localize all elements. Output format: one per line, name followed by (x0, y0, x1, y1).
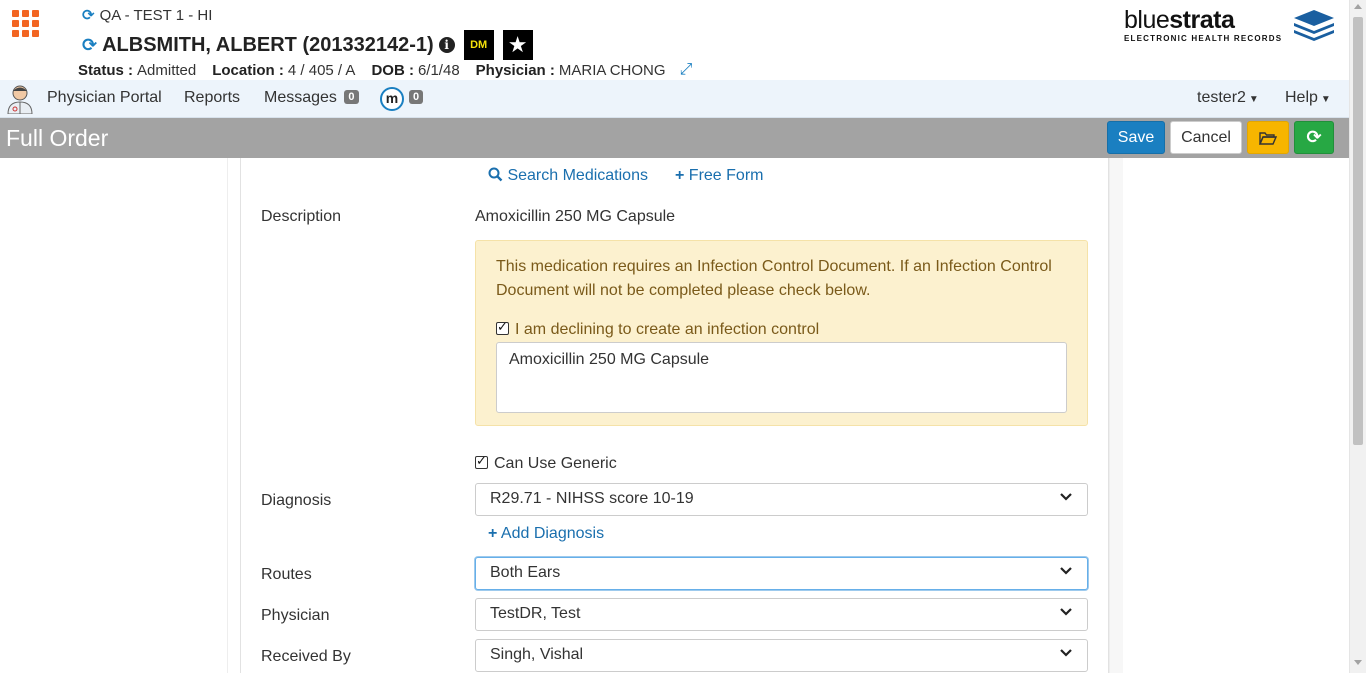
page-titlebar: Full Order Save Cancel ⟳ (0, 118, 1349, 158)
dob-label: DOB : (371, 61, 414, 79)
received-by-label: Received By (261, 648, 351, 665)
can-use-generic-checkbox[interactable]: Can Use Generic (475, 453, 617, 473)
left-gutter (227, 158, 240, 673)
chevron-down-icon (1060, 567, 1072, 575)
physician-label: Physician : (475, 61, 555, 79)
diagnosis-label: Diagnosis (261, 492, 332, 509)
caret-down-icon: ▼ (1248, 94, 1259, 105)
received-by-select[interactable]: Singh, Vishal (475, 639, 1088, 672)
plus-icon: + (675, 167, 685, 184)
info-icon[interactable]: i (438, 37, 455, 53)
refresh-icon: ⟳ (1306, 127, 1322, 147)
dm-badge[interactable]: DM (463, 30, 494, 60)
app-grid-icon[interactable] (12, 10, 40, 37)
physician-label: Physician (261, 607, 330, 624)
cancel-button[interactable]: Cancel (1170, 121, 1242, 154)
page-title: Full Order (6, 125, 109, 151)
help-menu-label: Help (1285, 89, 1318, 106)
page-scrollbar[interactable] (1349, 0, 1366, 673)
physician-value: MARIA CHONG (558, 61, 666, 79)
m-icon[interactable]: m (380, 87, 404, 111)
user-menu-label: tester2 (1197, 89, 1246, 106)
chevron-down-icon (1060, 493, 1072, 501)
nav-messages-label: Messages (264, 89, 337, 106)
refresh-button[interactable]: ⟳ (1294, 121, 1334, 154)
received-by-value: Singh, Vishal (490, 646, 584, 663)
patient-status-line: Status : Admitted Location : 4 / 405 / A… (78, 61, 692, 79)
add-diagnosis-label: Add Diagnosis (500, 525, 605, 542)
scroll-up-icon[interactable] (1354, 4, 1362, 9)
generic-label: Can Use Generic (494, 455, 617, 472)
nav-physician-portal[interactable]: Physician Portal (47, 89, 162, 107)
nav-messages[interactable]: Messages 0 (264, 89, 359, 107)
main-navbar: Physician Portal Reports Messages 0 m 0 … (0, 80, 1349, 118)
m-count[interactable]: 0 (406, 89, 424, 107)
add-diagnosis-link[interactable]: + Add Diagnosis (488, 525, 604, 543)
search-medications-label: Search Medications (507, 167, 648, 184)
logo-wordmark: bluestrata (1124, 6, 1235, 34)
location-label: Location : (212, 61, 284, 79)
decline-infection-control-checkbox[interactable]: I am declining to create an infection co… (496, 319, 820, 339)
m-count-badge: 0 (409, 90, 424, 104)
help-menu[interactable]: Help ▼ (1285, 89, 1331, 107)
diagnosis-value: R29.71 - NIHSS score 10-19 (490, 490, 694, 507)
free-form-link[interactable]: + Free Form (675, 167, 763, 185)
description-label: Description (261, 208, 342, 225)
check-icon[interactable] (475, 453, 488, 469)
diagnosis-select[interactable]: R29.71 - NIHSS score 10-19 (475, 483, 1088, 516)
logo-stack-icon (1294, 10, 1334, 41)
infection-control-warning: This medication requires an Infection Co… (475, 240, 1088, 426)
decline-note-textarea[interactable]: Amoxicillin 250 MG Capsule (496, 342, 1067, 413)
refresh-icon[interactable]: ⟳ (82, 35, 97, 56)
refresh-icon[interactable]: ⟳ (82, 6, 95, 24)
caret-down-icon: ▼ (1320, 94, 1331, 105)
status-value: Admitted (137, 61, 197, 79)
logo-subtitle: ELECTRONIC HEALTH RECORDS (1124, 34, 1283, 43)
patient-line: ⟳ ALBSMITH, ALBERT (201332142-1) i DM ★ (82, 30, 533, 60)
search-icon (488, 167, 503, 182)
facility-line: ⟳ QA - TEST 1 - HI (82, 6, 213, 25)
avatar-icon (7, 85, 33, 114)
warning-text: This medication requires an Infection Co… (496, 258, 1052, 299)
facility-name: QA - TEST 1 - HI (99, 6, 213, 24)
nav-reports[interactable]: Reports (184, 89, 240, 107)
dob-value: 6/1/48 (417, 61, 460, 79)
status-label: Status : (78, 61, 134, 79)
user-menu[interactable]: tester2 ▼ (1197, 89, 1259, 107)
plus-icon: + (488, 525, 498, 542)
check-icon[interactable] (496, 319, 509, 335)
description-value: Amoxicillin 250 MG Capsule (475, 208, 676, 225)
physician-value: TestDR, Test (490, 605, 581, 622)
save-button[interactable]: Save (1107, 121, 1165, 154)
right-gutter (1109, 158, 1123, 673)
scroll-down-icon[interactable] (1354, 660, 1362, 665)
chevron-down-icon (1060, 649, 1072, 657)
physician-select[interactable]: TestDR, Test (475, 598, 1088, 631)
scroll-thumb[interactable] (1353, 17, 1363, 445)
patient-header: ⟳ QA - TEST 1 - HI ⟳ ALBSMITH, ALBERT (2… (0, 0, 1349, 80)
decline-label: I am declining to create an infection co… (515, 321, 820, 338)
chevron-down-icon (1060, 608, 1072, 616)
location-value: 4 / 405 / A (287, 61, 356, 79)
folder-icon (1258, 132, 1278, 145)
routes-value: Both Ears (490, 564, 561, 581)
routes-select[interactable]: Both Ears (475, 557, 1088, 590)
search-medications-link[interactable]: Search Medications (488, 167, 648, 185)
open-folder-button[interactable] (1247, 121, 1289, 154)
star-icon[interactable]: ★ (502, 30, 533, 60)
routes-label: Routes (261, 566, 312, 583)
messages-count-badge: 0 (344, 90, 359, 104)
bluestrata-logo: bluestrata ELECTRONIC HEALTH RECORDS (1124, 6, 1336, 46)
patient-name: ALBSMITH, ALBERT (201332142-1) (102, 33, 434, 56)
expand-icon[interactable]: ⤢ (680, 61, 693, 79)
free-form-label: Free Form (688, 167, 764, 184)
